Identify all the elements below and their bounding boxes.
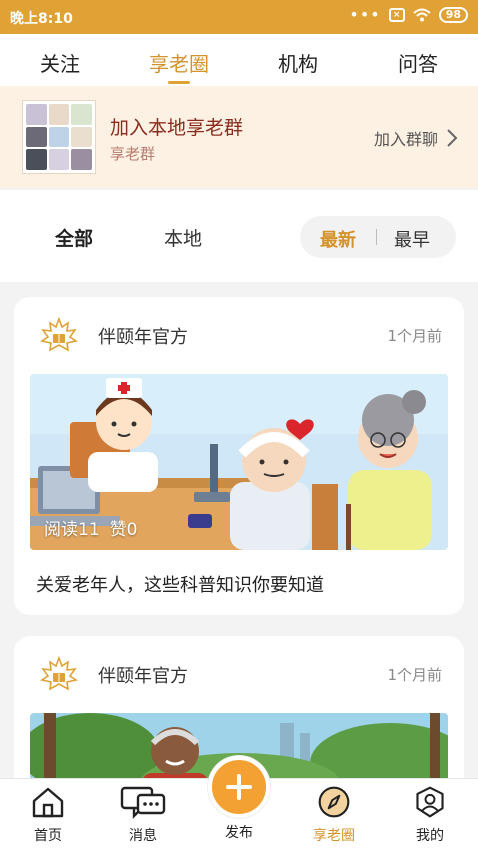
chat-bubbles-icon xyxy=(120,786,166,819)
nav-home[interactable]: 首页 xyxy=(8,785,88,845)
status-time: 晚上8:10 xyxy=(10,11,73,27)
post-author: 伴颐年官方 xyxy=(98,327,188,348)
post-card[interactable]: 伴颐年官方 1个月前 xyxy=(14,297,464,615)
tab-follow[interactable]: 关注 xyxy=(40,48,80,77)
wifi-icon xyxy=(413,8,431,22)
nav-elder-circle-label: 享老圈 xyxy=(313,828,355,844)
tab-institutions[interactable]: 机构 xyxy=(278,48,318,77)
read-count: 阅读11 xyxy=(44,520,100,540)
like-count: 赞0 xyxy=(109,520,138,540)
nav-home-label: 首页 xyxy=(34,828,62,844)
filter-bar: 全部 本地 最新 最早 xyxy=(0,190,478,282)
maple-leaf-logo-icon xyxy=(40,656,78,691)
home-icon xyxy=(32,787,64,818)
nav-elder-circle[interactable]: 享老圈 xyxy=(294,785,374,845)
sort-oldest[interactable]: 最早 xyxy=(394,226,430,252)
join-banner-subtitle: 享老群 xyxy=(110,145,156,163)
nav-mine-label: 我的 xyxy=(416,828,444,844)
filter-local[interactable]: 本地 xyxy=(164,224,202,251)
active-tab-indicator xyxy=(168,81,190,84)
join-banner-title: 加入本地享老群 xyxy=(110,117,244,139)
nav-mine[interactable]: 我的 xyxy=(390,785,470,845)
post-author: 伴颐年官方 xyxy=(98,666,188,687)
nav-messages[interactable]: 消息 xyxy=(103,785,183,845)
join-chat-button[interactable]: 加入群聊 xyxy=(374,126,458,150)
sort-divider xyxy=(376,229,377,245)
publish-label: 发布 xyxy=(225,825,253,841)
sort-toggle: 最新 最早 xyxy=(300,216,456,258)
compass-icon xyxy=(318,786,350,818)
nav-messages-label: 消息 xyxy=(129,828,157,844)
tab-elder-circle[interactable]: 享老圈 xyxy=(149,48,209,77)
join-chat-label: 加入群聊 xyxy=(373,130,438,149)
filter-all[interactable]: 全部 xyxy=(55,224,93,251)
join-group-banner[interactable]: 加入本地享老群 享老群 加入群聊 xyxy=(0,86,478,188)
post-title[interactable]: 关爱老年人，这些科普知识你要知道 xyxy=(36,571,324,597)
top-tabs: 关注 享老圈 机构 问答 xyxy=(0,34,478,86)
sort-newest[interactable]: 最新 xyxy=(320,226,356,252)
publish-button[interactable]: 发布 xyxy=(199,756,279,842)
post-time: 1个月前 xyxy=(387,666,442,684)
status-bar: 晚上8:10 ••• × 98 xyxy=(0,0,478,34)
sim-icon: × xyxy=(388,8,405,22)
tab-qa[interactable]: 问答 xyxy=(398,48,438,77)
more-dots-icon: ••• xyxy=(349,5,381,24)
user-profile-icon xyxy=(416,786,444,818)
post-image[interactable]: 阅读11 赞0 xyxy=(30,374,448,550)
post-stats: 阅读11 赞0 xyxy=(44,515,137,540)
group-avatar-collage xyxy=(22,100,96,174)
maple-leaf-logo-icon xyxy=(40,317,78,352)
post-time: 1个月前 xyxy=(387,327,442,345)
chevron-right-icon xyxy=(447,129,458,147)
battery-icon: 98 xyxy=(438,7,468,23)
plus-icon xyxy=(208,756,270,818)
